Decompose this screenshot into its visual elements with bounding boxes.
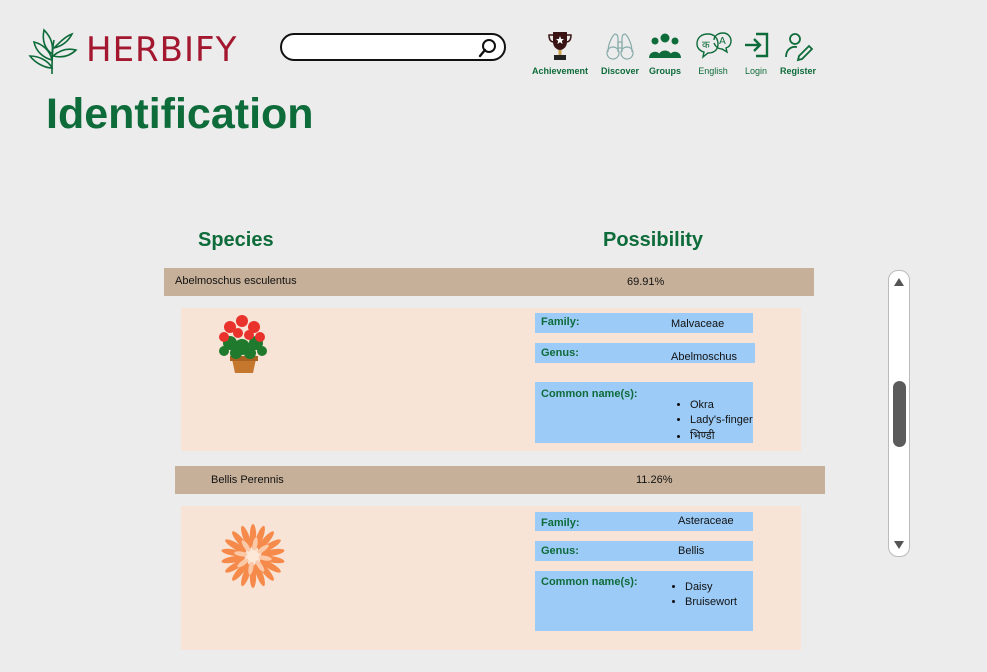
nav-discover[interactable]: Discover bbox=[601, 30, 639, 76]
genus-value: Abelmoschus bbox=[671, 351, 738, 363]
list-item: Okra bbox=[690, 398, 753, 413]
nav-label: English bbox=[698, 66, 728, 76]
binoculars-icon bbox=[606, 33, 634, 60]
common-names-list: Daisy Bruisewort bbox=[667, 580, 737, 610]
genus-value: Bellis bbox=[678, 545, 705, 557]
results-scrollbar[interactable] bbox=[888, 270, 910, 557]
groups-icon bbox=[649, 33, 681, 58]
nav-label: Achievement bbox=[532, 66, 589, 76]
nav-login[interactable]: Login bbox=[742, 30, 770, 76]
daisy-icon bbox=[221, 524, 285, 588]
herbify-logo-icon[interactable] bbox=[26, 24, 78, 76]
scroll-up-icon[interactable] bbox=[894, 278, 904, 286]
trophy-icon bbox=[548, 32, 572, 60]
possibility-value: 69.91% bbox=[627, 276, 665, 288]
genus-field: Genus: Abelmoschus bbox=[535, 343, 755, 363]
family-value: Malvaceae bbox=[671, 318, 725, 330]
geranium-pot-icon bbox=[219, 315, 267, 373]
result-card: Family: Malvaceae Genus: Abelmoschus Com… bbox=[181, 308, 801, 451]
search-bar[interactable] bbox=[280, 33, 506, 61]
nav-label: Login bbox=[744, 66, 768, 76]
family-label: Family: bbox=[541, 517, 580, 529]
common-names-label: Common name(s): bbox=[541, 576, 638, 588]
species-name: Bellis Perennis bbox=[211, 474, 284, 486]
scroll-down-icon[interactable] bbox=[894, 541, 904, 549]
brand-name[interactable]: HERBIFY bbox=[86, 30, 237, 70]
search-input[interactable] bbox=[294, 39, 478, 59]
result-bar[interactable]: Abelmoschus esculentus 69.91% bbox=[164, 268, 814, 296]
family-value: Asteraceae bbox=[678, 515, 734, 527]
result-bar[interactable]: Bellis Perennis 11.26% bbox=[175, 466, 825, 494]
list-item: Bruisewort bbox=[685, 595, 737, 610]
nav-label: Discover bbox=[601, 66, 640, 76]
list-item: Lady's-finger bbox=[690, 413, 753, 428]
scroll-thumb[interactable] bbox=[893, 381, 906, 447]
possibility-value: 11.26% bbox=[636, 474, 673, 486]
login-icon bbox=[745, 32, 769, 58]
common-names-field: Common name(s): Daisy Bruisewort bbox=[535, 571, 753, 631]
genus-label: Genus: bbox=[541, 347, 579, 359]
page-title: Identification bbox=[46, 90, 314, 138]
common-names-label: Common name(s): bbox=[541, 388, 638, 400]
result-card: Family: Asteraceae Genus: Bellis Common … bbox=[181, 506, 801, 650]
family-field: Family: Malvaceae bbox=[535, 313, 753, 333]
search-icon[interactable] bbox=[478, 38, 498, 58]
list-item: Daisy bbox=[685, 580, 737, 595]
language-icon: क A bbox=[696, 32, 732, 59]
nav-english[interactable]: क A English bbox=[694, 30, 732, 76]
column-header-possibility: Possibility bbox=[603, 229, 704, 251]
column-header-species: Species bbox=[198, 229, 274, 251]
nav-register[interactable]: Register bbox=[780, 30, 816, 76]
svg-text:A: A bbox=[719, 36, 726, 47]
genus-label: Genus: bbox=[541, 545, 579, 557]
nav-achievement[interactable]: Achievement bbox=[532, 30, 588, 76]
common-names-list: Okra Lady's-finger भिण्डी bbox=[672, 398, 753, 443]
register-icon bbox=[785, 33, 813, 62]
list-item: भिण्डी bbox=[690, 428, 753, 443]
nav-label: Register bbox=[780, 66, 817, 76]
nav-groups[interactable]: Groups bbox=[648, 30, 682, 76]
family-label: Family: bbox=[541, 316, 580, 328]
common-names-field: Common name(s): Okra Lady's-finger भिण्ड… bbox=[535, 382, 753, 443]
genus-field: Genus: Bellis bbox=[535, 541, 753, 561]
species-name: Abelmoschus esculentus bbox=[175, 275, 297, 287]
svg-text:क: क bbox=[702, 40, 710, 51]
family-field: Family: Asteraceae bbox=[535, 512, 753, 531]
nav-label: Groups bbox=[648, 66, 681, 76]
